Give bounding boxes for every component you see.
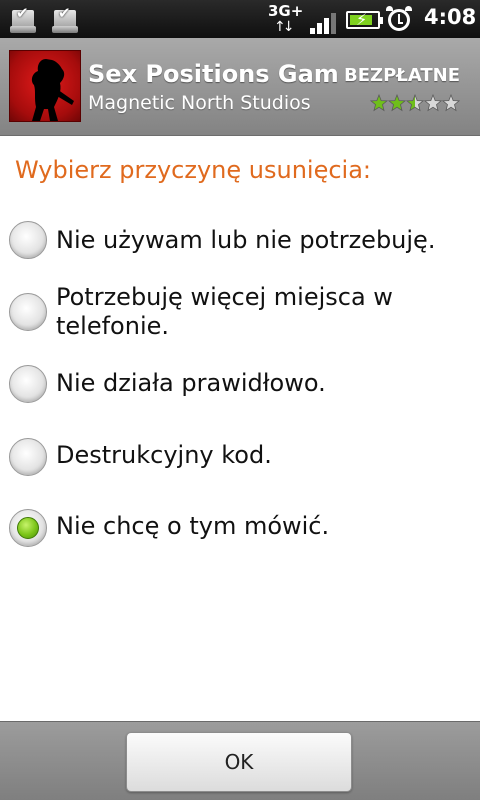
download-complete-icon[interactable]: ✔ <box>10 4 36 34</box>
radio-button[interactable] <box>9 365 47 403</box>
battery-charging-icon: ⚡ <box>346 10 383 29</box>
star-filled-icon <box>388 94 406 112</box>
radio-button[interactable] <box>9 293 47 331</box>
radio-selected-dot <box>17 517 39 539</box>
reason-option-not-working[interactable]: Nie działa prawidłowo. <box>0 363 480 403</box>
radio-button[interactable] <box>9 221 47 259</box>
data-activity-icon: ↑↓ <box>274 19 295 35</box>
reason-option-malicious-code[interactable]: Destrukcyjny kod. <box>0 436 480 476</box>
reason-label: Nie działa prawidłowo. <box>56 369 326 397</box>
reason-option-not-needed[interactable]: Nie używam lub nie potrzebuję. <box>0 220 480 260</box>
dialog-footer: OK <box>0 721 480 800</box>
reason-label: Nie używam lub nie potrzebuję. <box>56 226 436 254</box>
rating-stars <box>370 94 462 114</box>
radio-button[interactable] <box>9 438 47 476</box>
ok-button[interactable]: OK <box>126 732 352 792</box>
reason-option-need-space[interactable]: Potrzebuję więcej miejsca w telefonie. <box>0 283 480 343</box>
signal-strength-icon <box>310 12 340 34</box>
star-half-icon <box>406 94 424 112</box>
reason-label: Destrukcyjny kod. <box>56 441 272 469</box>
status-bar: ✔ ✔ 3G+ ↑↓ ⚡ 4:08 <box>0 0 480 38</box>
status-time: 4:08 <box>424 5 477 29</box>
radio-button-selected[interactable] <box>9 509 47 547</box>
reason-option-prefer-not-say[interactable]: Nie chcę o tym mówić. <box>0 507 480 547</box>
app-developer: Magnetic North Studios <box>88 92 311 114</box>
app-header: Sex Positions Game BEZPŁATNE Magnetic No… <box>0 38 480 136</box>
reason-label: Nie chcę o tym mówić. <box>56 512 330 540</box>
app-title: Sex Positions Game <box>88 60 338 88</box>
uninstall-reason-prompt: Wybierz przyczynę usunięcia: <box>15 156 372 184</box>
star-filled-icon <box>370 94 388 112</box>
download-complete-icon[interactable]: ✔ <box>52 4 78 34</box>
network-type-label: 3G+ <box>268 2 304 20</box>
star-empty-icon <box>424 94 442 112</box>
app-price: BEZPŁATNE <box>344 65 460 86</box>
network-type-indicator: 3G+ ↑↓ <box>268 2 304 36</box>
alarm-clock-icon <box>386 6 412 32</box>
app-icon <box>9 50 81 122</box>
reason-label: Potrzebuję więcej miejsca w telefonie. <box>56 283 393 340</box>
star-empty-icon <box>442 94 460 112</box>
